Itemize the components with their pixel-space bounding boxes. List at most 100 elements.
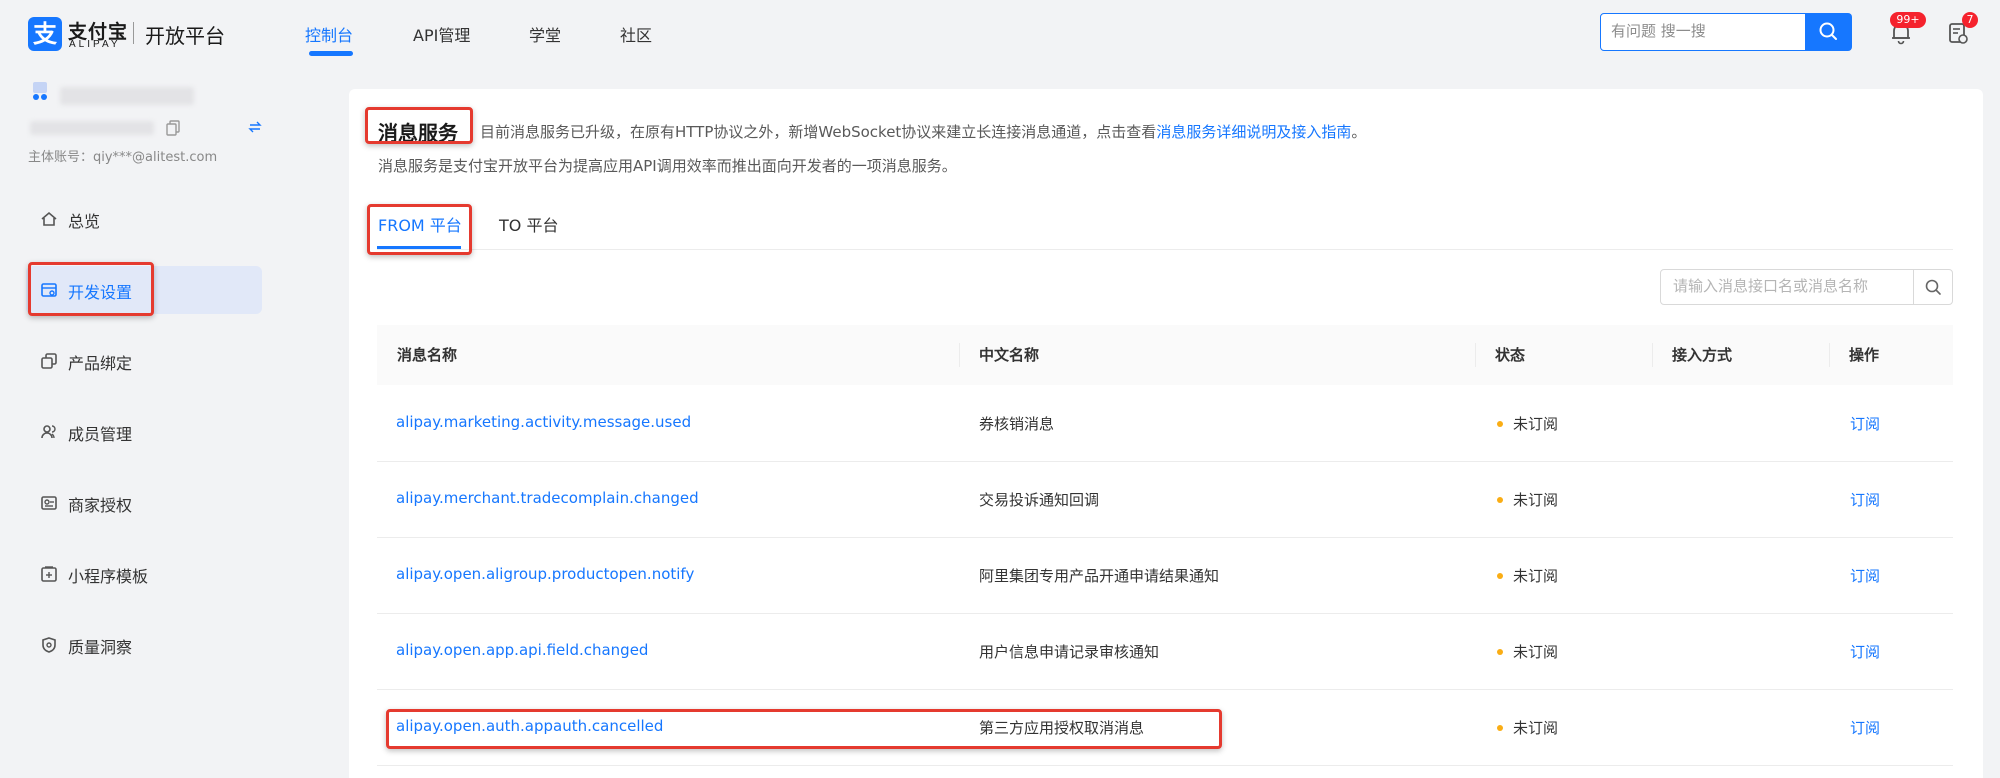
app-name-redacted — [60, 87, 194, 105]
column-header-status: 状态 — [1495, 346, 1526, 364]
column-divider — [1652, 343, 1653, 367]
alipay-logo-icon[interactable]: 支 — [28, 17, 62, 51]
nav-community[interactable]: 社区 — [620, 22, 652, 46]
status-badge: 未订阅 — [1497, 489, 1559, 510]
status-dot — [1497, 573, 1503, 579]
members-icon — [41, 425, 56, 439]
switch-icon[interactable] — [248, 120, 262, 134]
status-badge: 未订阅 — [1497, 565, 1559, 586]
sidebar-item-quality[interactable]: 质量洞察 — [26, 621, 262, 669]
sidebar-item-label: 总览 — [68, 212, 101, 231]
tab-from-platform[interactable]: FROM 平台 — [378, 212, 462, 236]
subscribe-button[interactable]: 订阅 — [1850, 413, 1880, 434]
merchant-auth-icon — [41, 496, 57, 510]
column-divider — [959, 343, 960, 367]
nav-academy[interactable]: 学堂 — [529, 22, 561, 46]
message-name-link[interactable]: alipay.open.aligroup.productopen.notify — [396, 565, 694, 583]
tab-divider — [377, 249, 1953, 250]
upgrade-notice: 目前消息服务已升级，在原有HTTP协议之外，新增WebSocket协议来建立长连… — [480, 121, 1366, 142]
sidebar-item-members[interactable]: 成员管理 — [26, 408, 262, 456]
tab-to-platform[interactable]: TO 平台 — [499, 212, 558, 236]
product-binding-icon — [41, 353, 57, 369]
table-search — [1660, 269, 1914, 305]
table-row: alipay.open.aligroup.productopen.notify … — [377, 538, 1953, 614]
message-cn-name: 第三方应用授权取消消息 — [979, 719, 1145, 737]
table-row: alipay.open.app.api.field.changed 用户信息申请… — [377, 614, 1953, 690]
column-header-method: 接入方式 — [1672, 346, 1733, 364]
message-name-link[interactable]: alipay.open.auth.appauth.cancelled — [396, 717, 663, 735]
status-badge: 未订阅 — [1497, 641, 1559, 662]
column-header-action: 操作 — [1849, 346, 1880, 364]
global-search-button[interactable] — [1806, 13, 1852, 51]
sidebar-item-overview[interactable]: 总览 — [26, 195, 262, 243]
status-text: 未订阅 — [1513, 719, 1559, 737]
table-row: alipay.open.auth.appauth.cancelled 第三方应用… — [377, 690, 1953, 766]
global-search-input[interactable] — [1611, 14, 1801, 48]
sidebar-item-label: 开发设置 — [68, 283, 133, 302]
guide-link[interactable]: 消息服务详细说明及接入指南 — [1156, 123, 1351, 141]
subscribe-button[interactable]: 订阅 — [1850, 641, 1880, 662]
avatar — [33, 82, 47, 100]
table-row: alipay.marketing.activity.message.used 券… — [377, 386, 1953, 462]
account-label: 主体账号：qiy***@alitest.com — [28, 150, 218, 165]
message-cn-name: 交易投诉通知回调 — [979, 491, 1100, 509]
search-icon — [1925, 279, 1941, 295]
platform-title: 开放平台 — [145, 24, 225, 48]
status-dot — [1497, 649, 1503, 655]
column-header-cn: 中文名称 — [979, 346, 1040, 364]
status-dot — [1497, 725, 1503, 731]
message-cn-name: 用户信息申请记录审核通知 — [979, 643, 1160, 661]
sidebar-item-label: 商家授权 — [68, 496, 133, 515]
status-dot — [1497, 497, 1503, 503]
home-icon — [41, 211, 57, 226]
message-cn-name: 阿里集团专用产品开通申请结果通知 — [979, 567, 1220, 585]
quality-shield-icon — [42, 637, 56, 653]
table-search-input[interactable] — [1673, 270, 1909, 302]
status-text: 未订阅 — [1513, 643, 1559, 661]
table-header: 消息名称 中文名称 状态 接入方式 操作 — [377, 325, 1953, 385]
miniapp-template-icon — [41, 566, 57, 582]
status-text: 未订阅 — [1513, 491, 1559, 509]
search-icon — [1819, 22, 1837, 40]
app-id-redacted — [30, 121, 154, 135]
top-header: 支 支付宝 ALIPAY 开放平台 控制台 API管理 学堂 社区 99+ 7 — [0, 0, 2000, 68]
global-search — [1600, 13, 1806, 51]
column-divider — [1475, 343, 1476, 367]
subscribe-button[interactable]: 订阅 — [1850, 489, 1880, 510]
sidebar-item-label: 成员管理 — [68, 425, 133, 444]
sidebar-item-label: 产品绑定 — [68, 354, 133, 373]
status-dot — [1497, 421, 1503, 427]
column-divider — [1829, 343, 1830, 367]
message-name-link[interactable]: alipay.open.app.api.field.changed — [396, 641, 648, 659]
logo-divider — [133, 22, 134, 44]
sidebar-item-merchant-auth[interactable]: 商家授权 — [26, 479, 262, 527]
status-badge: 未订阅 — [1497, 413, 1559, 434]
logo-subtext: ALIPAY — [69, 39, 121, 50]
message-cn-name: 券核销消息 — [979, 415, 1055, 433]
nav-console[interactable]: 控制台 — [305, 22, 353, 46]
task-badge: 7 — [1962, 12, 1978, 28]
status-text: 未订阅 — [1513, 415, 1559, 433]
sidebar-item-miniapp-template[interactable]: 小程序模板 — [26, 550, 262, 598]
notification-badge: 99+ — [1890, 12, 1926, 28]
subscribe-button[interactable]: 订阅 — [1850, 565, 1880, 586]
table-row: alipay.merchant.tradecomplain.changed 交易… — [377, 462, 1953, 538]
page-title: 消息服务 — [378, 121, 458, 145]
sidebar-item-dev-settings[interactable]: 开发设置 — [26, 266, 262, 314]
notice-text: 目前消息服务已升级，在原有HTTP协议之外，新增WebSocket协议来建立长连… — [480, 123, 1157, 141]
sidebar-item-label: 小程序模板 — [68, 567, 149, 586]
sidebar-item-label: 质量洞察 — [68, 638, 133, 657]
copy-icon[interactable] — [166, 120, 180, 136]
sidebar-item-product-binding[interactable]: 产品绑定 — [26, 337, 262, 385]
nav-api-management[interactable]: API管理 — [413, 22, 470, 46]
message-name-link[interactable]: alipay.merchant.tradecomplain.changed — [396, 489, 699, 507]
notice-end: 。 — [1351, 123, 1367, 141]
status-badge: 未订阅 — [1497, 717, 1559, 738]
dev-settings-icon — [41, 283, 57, 297]
nav-active-indicator — [309, 51, 353, 56]
message-name-link[interactable]: alipay.marketing.activity.message.used — [396, 413, 691, 431]
subscribe-button[interactable]: 订阅 — [1850, 717, 1880, 738]
status-text: 未订阅 — [1513, 567, 1559, 585]
table-search-button[interactable] — [1913, 269, 1953, 305]
page-description: 消息服务是支付宝开放平台为提高应用API调用效率而推出面向开发者的一项消息服务。 — [378, 157, 957, 175]
